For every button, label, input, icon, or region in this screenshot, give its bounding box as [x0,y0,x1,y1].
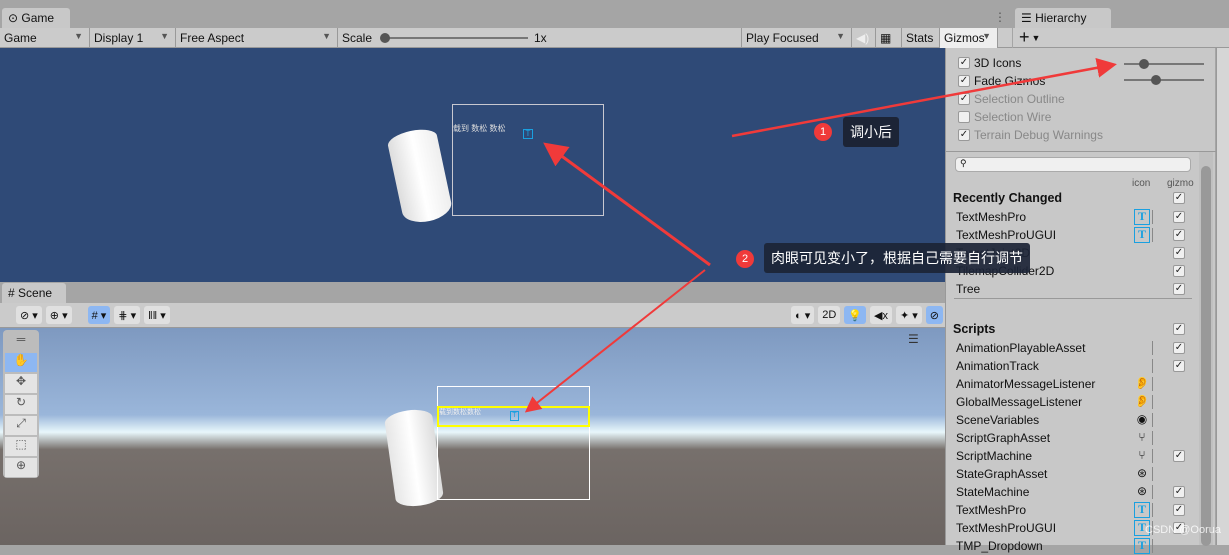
watermark: CSDN @Oorua [1145,524,1221,536]
annotation-arrows [524,57,1117,413]
annotation-note: 调小后 [843,117,899,147]
annotation-badge: 1 [814,123,832,141]
annotation-note: 肉眼可见变小了，根据自己需要自行调节 [764,243,1030,273]
annotation-badge: 2 [736,250,754,268]
